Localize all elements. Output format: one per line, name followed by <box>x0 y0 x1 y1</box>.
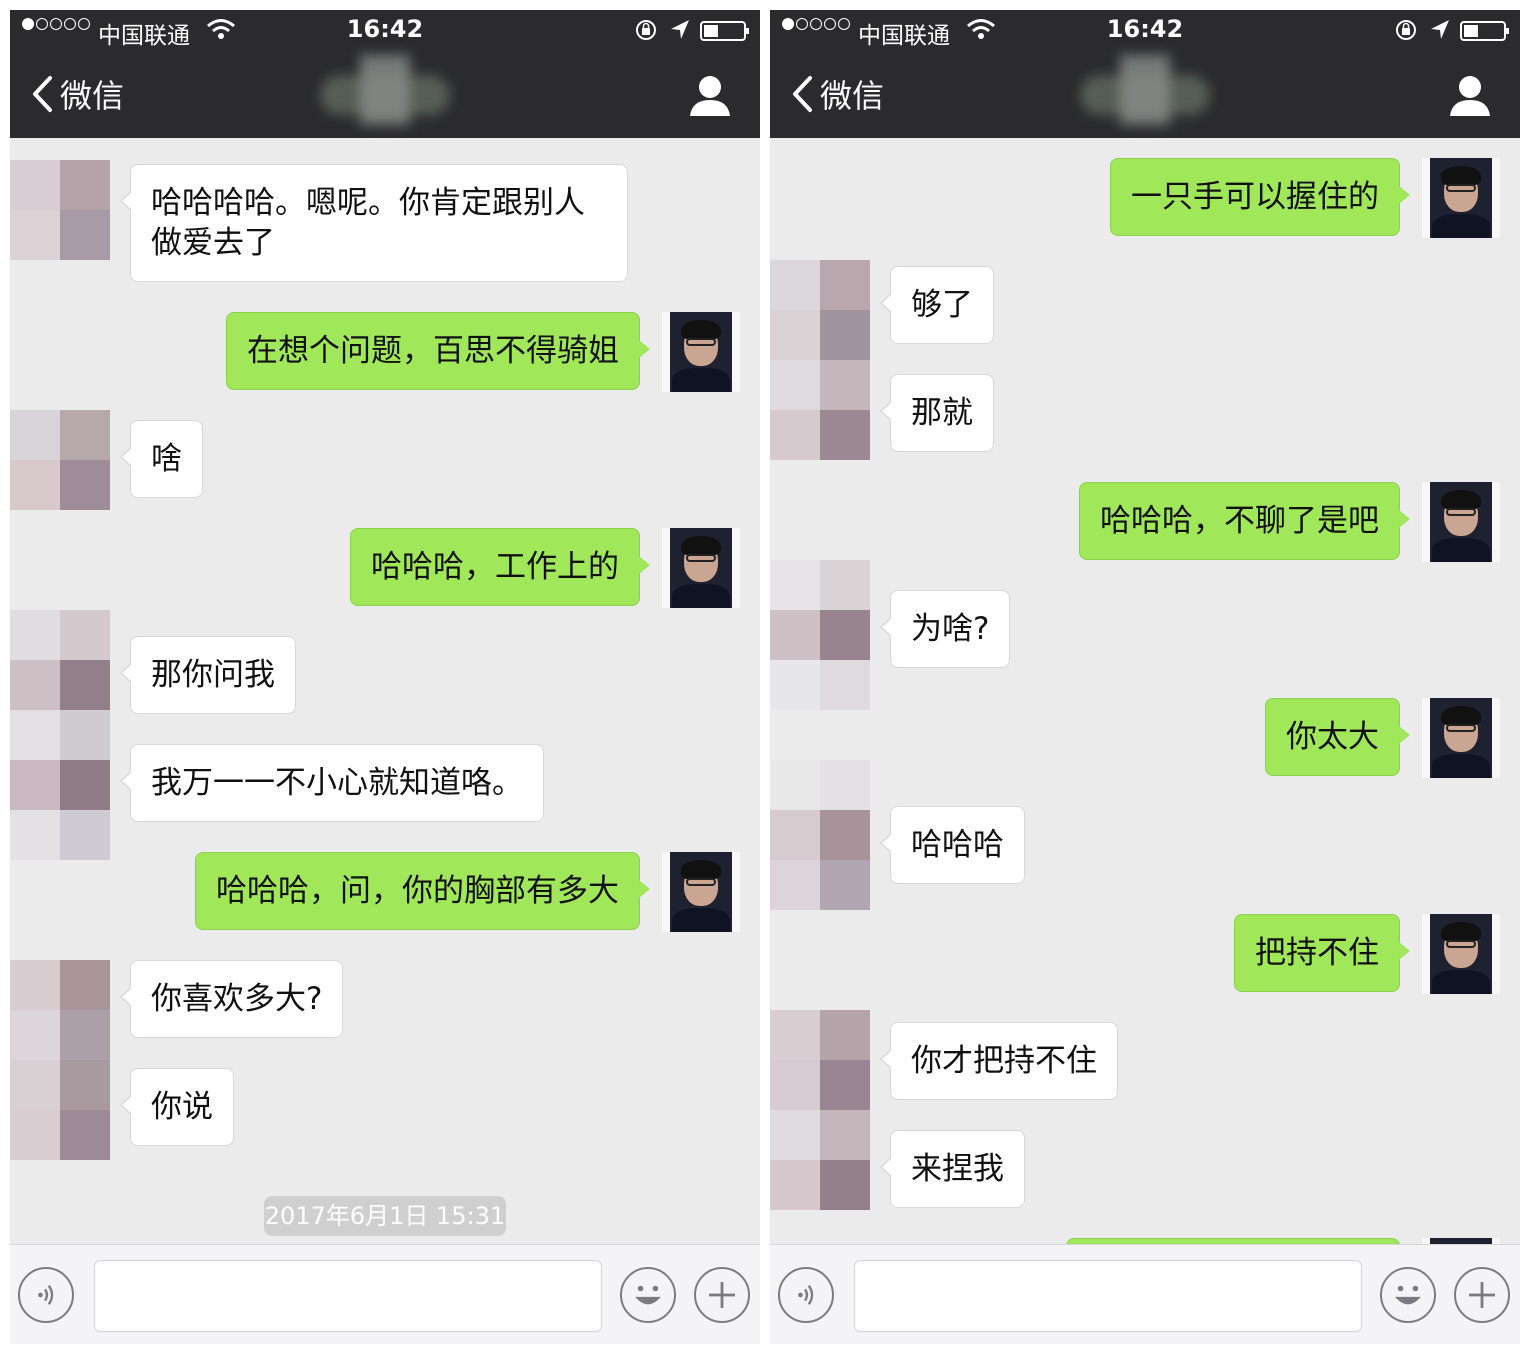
received-message[interactable]: 来捏我 <box>880 1130 1025 1208</box>
input-toolbar <box>10 1244 760 1344</box>
contact-name-blurred <box>310 55 460 135</box>
contact-avatar-pixelated[interactable] <box>10 960 110 1160</box>
my-avatar[interactable] <box>662 852 740 932</box>
received-message[interactable]: 那就 <box>880 374 994 452</box>
received-message[interactable]: 啥 <box>120 420 203 498</box>
contact-avatar-pixelated[interactable] <box>770 1010 870 1210</box>
sent-message[interactable]: 哈哈哈，工作上的 <box>350 528 650 606</box>
message-list[interactable]: 哈哈哈哈。嗯呢。你肯定跟别人做爱去了 在想个问题，百思不得骑姐 啥 哈哈哈，工作… <box>10 138 760 1244</box>
my-avatar[interactable] <box>662 312 740 392</box>
contact-avatar-pixelated[interactable] <box>10 160 110 260</box>
profile-icon[interactable] <box>1448 74 1492 118</box>
received-message[interactable]: 哈哈哈 <box>880 806 1025 884</box>
sent-message[interactable]: 一只手可以握住的 <box>1110 158 1410 236</box>
received-message[interactable]: 你说 <box>120 1068 234 1146</box>
received-message[interactable]: 哈哈哈哈。嗯呢。你肯定跟别人做爱去了 <box>120 164 628 282</box>
back-button[interactable]: 微信 <box>30 72 124 116</box>
contact-name-blurred <box>1070 55 1220 135</box>
nav-header: 中国联通 16:42 微信 <box>10 10 760 138</box>
location-icon <box>671 20 689 39</box>
back-button[interactable]: 微信 <box>790 72 884 116</box>
battery-icon <box>700 21 749 41</box>
message-list[interactable]: 一只手可以握住的 够了 那就 哈哈哈，不聊了是吧 为啥? 你太大 哈哈哈 把持不… <box>770 138 1520 1244</box>
my-avatar[interactable] <box>1422 482 1500 562</box>
rotation-lock-icon <box>636 20 656 40</box>
received-message[interactable]: 你才把持不住 <box>880 1022 1118 1100</box>
location-icon <box>1431 20 1449 39</box>
message-input[interactable] <box>854 1260 1362 1332</box>
message-timestamp: 2017年6月1日 15:31 <box>264 1196 506 1236</box>
back-chevron-icon <box>793 76 812 112</box>
received-message[interactable]: 你喜欢多大? <box>119 960 344 1038</box>
voice-icon[interactable] <box>778 1267 834 1323</box>
voice-icon[interactable] <box>18 1267 74 1323</box>
received-message[interactable]: 我万一一不小心就知道咯。 <box>120 744 544 822</box>
received-message[interactable]: 够了 <box>880 266 994 344</box>
chat-screen-left: 中国联通 16:42 微信 哈哈哈哈。嗯呢。你肯定跟别人做爱去了 在想个问题，百… <box>10 10 760 1344</box>
sent-message[interactable]: 你太大 <box>1265 698 1410 776</box>
contact-avatar-pixelated[interactable] <box>770 260 870 460</box>
sent-message[interactable]: 哈哈哈，问，你的胸部有多大 <box>195 852 650 930</box>
sent-message[interactable]: 把持不住 <box>1234 914 1410 992</box>
profile-icon[interactable] <box>688 74 732 118</box>
my-avatar[interactable] <box>1422 158 1500 238</box>
my-avatar[interactable] <box>662 528 740 608</box>
sent-message[interactable]: 哈哈哈，不聊了是吧 <box>1079 482 1410 560</box>
plus-icon[interactable] <box>1454 1267 1510 1323</box>
my-avatar[interactable] <box>1422 914 1500 994</box>
contact-avatar-pixelated[interactable] <box>10 610 110 860</box>
contact-avatar-pixelated[interactable] <box>10 410 110 510</box>
status-bar: 中国联通 16:42 <box>10 10 760 50</box>
back-label: 微信 <box>60 77 125 115</box>
message-input[interactable] <box>94 1260 602 1332</box>
chat-screen-right: 中国联通 16:42 微信 一只手可以握住的 够了 那就 哈哈哈，不聊了是吧 为… <box>770 10 1520 1344</box>
plus-icon[interactable] <box>694 1267 750 1323</box>
emoji-icon[interactable] <box>1380 1267 1436 1323</box>
battery-icon <box>1460 21 1509 41</box>
status-bar: 中国联通 16:42 <box>770 10 1520 50</box>
nav-header: 中国联通 16:42 微信 <box>770 10 1520 138</box>
sent-message[interactable]: 在想个问题，百思不得骑姐 <box>226 312 650 390</box>
contact-avatar-pixelated[interactable] <box>770 760 870 910</box>
rotation-lock-icon <box>1396 20 1416 40</box>
received-message[interactable]: 那你问我 <box>120 636 296 714</box>
contact-avatar-pixelated[interactable] <box>770 560 870 710</box>
input-toolbar <box>770 1244 1520 1344</box>
back-chevron-icon <box>33 76 52 112</box>
back-label: 微信 <box>820 77 885 115</box>
my-avatar[interactable] <box>1422 698 1500 778</box>
received-message[interactable]: 为啥? <box>879 590 1011 668</box>
emoji-icon[interactable] <box>620 1267 676 1323</box>
